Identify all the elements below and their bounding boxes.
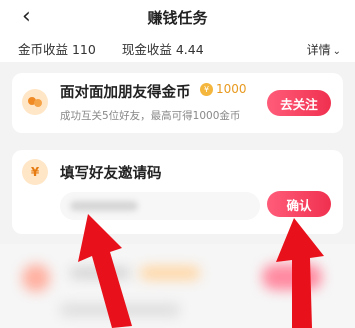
confirm-button[interactable]: 确认 (267, 191, 331, 217)
back-chevron-icon[interactable]: ‹ (22, 6, 42, 28)
chevron-down-icon: ⌄ (332, 46, 341, 57)
red-arrow-annotation-left (78, 214, 132, 328)
red-arrow-annotation-right (276, 218, 324, 328)
page-title: 赚钱任务 (147, 8, 208, 27)
top-bar: ‹ 赚钱任务 (0, 0, 355, 34)
yen-coin-icon: ¥ (22, 159, 48, 185)
cash-income: 现金收益 4.44 (121, 41, 204, 57)
reward-badge: ¥ 1000 (200, 82, 247, 96)
details-label: 详情 (306, 43, 331, 57)
add-friends-icon (22, 89, 48, 115)
details-link[interactable]: 详情 ⌄ (307, 41, 341, 58)
task-subtitle: 成功互关5位好友，最高可得1000金币 (60, 110, 241, 122)
follow-button[interactable]: 去关注 (267, 90, 331, 116)
invite-title: 填写好友邀请码 (60, 166, 162, 182)
blurred-badge (140, 266, 200, 280)
income-stats-bar: 金币收益 110 现金收益 4.44 详情 ⌄ (0, 34, 355, 62)
blurred-input-content (70, 201, 138, 211)
task-title: 面对面加朋友得金币 (60, 85, 191, 101)
blurred-icon (22, 264, 50, 292)
face-to-face-task-card: 面对面加朋友得金币 ¥ 1000 成功互关5位好友，最高可得1000金币 去关注 (12, 73, 343, 133)
coin-income: 金币收益 110 (18, 41, 96, 57)
coin-icon: ¥ (200, 82, 213, 96)
reward-amount: 1000 (216, 82, 247, 96)
